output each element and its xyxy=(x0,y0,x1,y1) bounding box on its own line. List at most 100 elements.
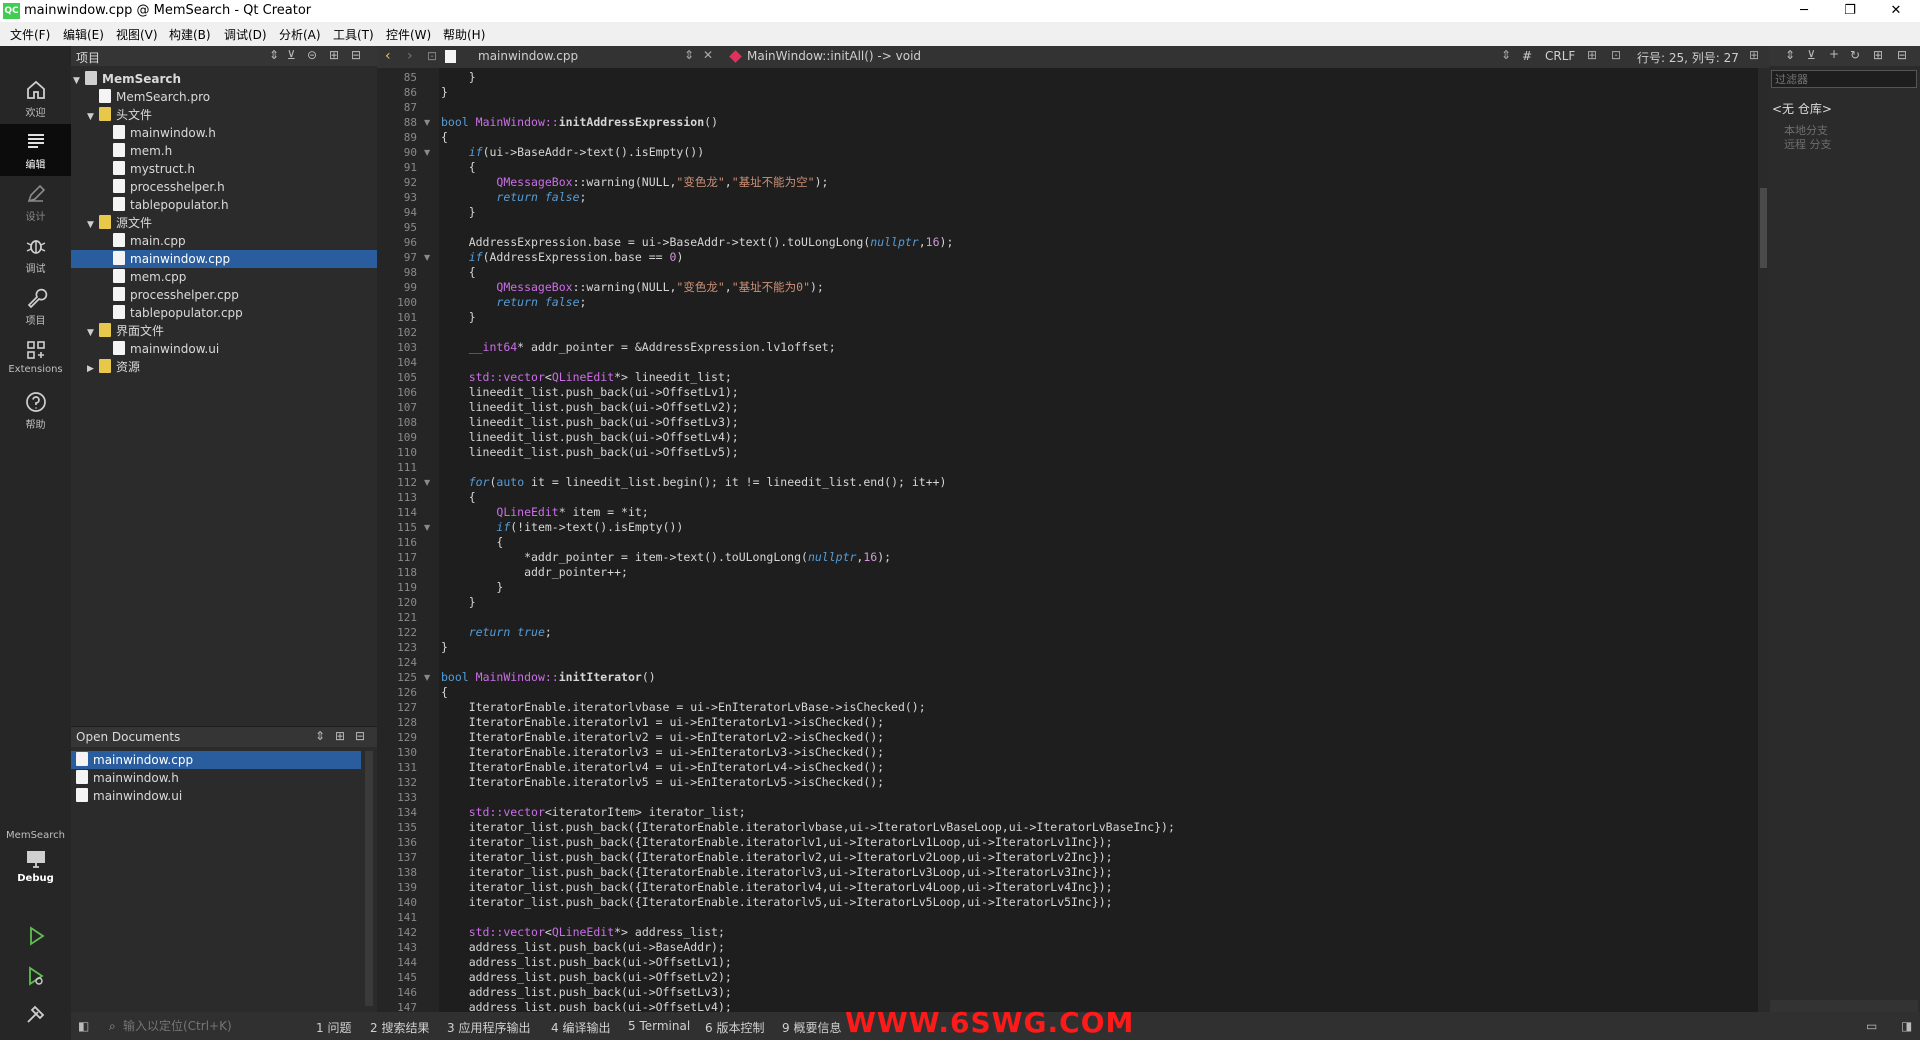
open-document-item[interactable]: mainwindow.cpp xyxy=(71,751,361,769)
mode-design[interactable]: 设计 xyxy=(0,176,71,228)
code-line[interactable]: address_list.push_back(ui->OffsetLv3); xyxy=(441,985,732,1000)
tab-application-output[interactable]: 3 应用程序输出 xyxy=(447,1019,530,1036)
tab-compile-output[interactable]: 4 编译输出 xyxy=(551,1019,610,1036)
close-panel-icon[interactable]: ⊟ xyxy=(351,48,361,62)
tab-issues[interactable]: 1 问题 xyxy=(316,1019,351,1036)
line-number[interactable]: 126 xyxy=(377,685,417,700)
editor-scrollbar[interactable] xyxy=(1758,68,1769,1012)
line-number[interactable]: 117 xyxy=(377,550,417,565)
vc-hscrollbar[interactable] xyxy=(1770,1000,1918,1012)
code-line[interactable]: return false; xyxy=(441,190,586,205)
line-number[interactable]: 120 xyxy=(377,595,417,610)
tree-item[interactable]: mem.h xyxy=(71,142,377,160)
tree-item[interactable]: mainwindow.cpp xyxy=(71,250,377,268)
line-number[interactable]: 116 xyxy=(377,535,417,550)
refresh-icon[interactable]: ↻ xyxy=(1850,48,1860,62)
code-line[interactable]: { xyxy=(441,535,503,550)
debug-run-button[interactable] xyxy=(0,958,71,998)
code-line[interactable]: { xyxy=(441,130,448,145)
line-number[interactable]: 127 xyxy=(377,700,417,715)
code-line[interactable]: lineedit_list.push_back(ui->OffsetLv3); xyxy=(441,415,739,430)
open-document-item[interactable]: mainwindow.h xyxy=(71,769,361,787)
scrollbar-thumb[interactable] xyxy=(1760,188,1767,268)
code-line[interactable]: } xyxy=(441,70,476,85)
code-line[interactable]: IteratorEnable.iteratorlvbase = ui->EnIt… xyxy=(441,700,926,715)
code-line[interactable]: addr_pointer++; xyxy=(441,565,628,580)
code-line[interactable]: AddressExpression.base = ui->BaseAddr->t… xyxy=(441,235,954,250)
mode-welcome[interactable]: 欢迎 xyxy=(0,72,71,124)
open-document-item[interactable]: mainwindow.ui xyxy=(71,787,361,805)
code-line[interactable]: lineedit_list.push_back(ui->OffsetLv1); xyxy=(441,385,739,400)
tree-item[interactable]: mainwindow.ui xyxy=(71,340,377,358)
code-line[interactable]: iterator_list.push_back({IteratorEnable.… xyxy=(441,895,1113,910)
line-number[interactable]: 89 xyxy=(377,130,417,145)
menu-debug[interactable]: 调试(D) xyxy=(224,26,267,43)
line-number[interactable]: 106 xyxy=(377,385,417,400)
mode-help[interactable]: 帮助 xyxy=(0,384,71,436)
code-line[interactable]: return false; xyxy=(441,295,586,310)
line-ending[interactable]: CRLF xyxy=(1545,49,1575,63)
code-line[interactable]: { xyxy=(441,490,476,505)
code-line[interactable]: bool MainWindow::initIterator() xyxy=(441,670,656,685)
code-line[interactable]: iterator_list.push_back({IteratorEnable.… xyxy=(441,850,1113,865)
line-number[interactable]: 113 xyxy=(377,490,417,505)
line-number[interactable]: 108 xyxy=(377,415,417,430)
code-line[interactable]: __int64* addr_pointer = &AddressExpressi… xyxy=(441,340,836,355)
menu-build[interactable]: 构建(B) xyxy=(169,26,211,43)
code-line[interactable]: iterator_list.push_back({IteratorEnable.… xyxy=(441,820,1175,835)
code-line[interactable]: { xyxy=(441,685,448,700)
line-number[interactable]: 100 xyxy=(377,295,417,310)
line-number[interactable]: 142 xyxy=(377,925,417,940)
code-line[interactable]: std::vector<QLineEdit*> lineedit_list; xyxy=(441,370,732,385)
tree-item[interactable]: mainwindow.h xyxy=(71,124,377,142)
code-line[interactable]: address_list.push_back(ui->OffsetLv4); xyxy=(441,1000,732,1012)
line-number[interactable]: 95 xyxy=(377,220,417,235)
line-number[interactable]: 121 xyxy=(377,610,417,625)
tree-item[interactable]: mystruct.h xyxy=(71,160,377,178)
menu-edit[interactable]: 编辑(E) xyxy=(63,26,104,43)
code-line[interactable]: std::vector<QLineEdit*> address_list; xyxy=(441,925,725,940)
tree-item[interactable]: main.cpp xyxy=(71,232,377,250)
code-line[interactable]: if(AddressExpression.base == 0) xyxy=(441,250,684,265)
lock-icon[interactable]: ⊡ xyxy=(427,49,437,63)
sort-icon[interactable]: ⇕ xyxy=(1785,48,1795,62)
line-number[interactable]: 98 xyxy=(377,265,417,280)
tree-item[interactable]: processhelper.cpp xyxy=(71,286,377,304)
split-icon[interactable]: ⊞ xyxy=(335,729,345,743)
close-panel-icon[interactable]: ⊟ xyxy=(1897,48,1907,62)
code-editor[interactable]: }} bool MainWindow::initAddressExpression… xyxy=(439,68,1759,1012)
line-number[interactable]: 114 xyxy=(377,505,417,520)
encoding-icon[interactable]: ⊞ xyxy=(1587,48,1597,62)
line-number[interactable]: 105 xyxy=(377,370,417,385)
code-line[interactable]: iterator_list.push_back({IteratorEnable.… xyxy=(441,865,1113,880)
hash-indicator[interactable]: # xyxy=(1522,49,1532,63)
line-number[interactable]: 122 xyxy=(377,625,417,640)
code-line[interactable]: address_list.push_back(ui->OffsetLv2); xyxy=(441,970,732,985)
line-number[interactable]: 125 xyxy=(377,670,417,685)
fold-marker-icon[interactable]: ▼ xyxy=(424,475,430,490)
symbol-dropdown-icon[interactable]: ⇕ xyxy=(1501,48,1511,62)
line-number[interactable]: 131 xyxy=(377,760,417,775)
symbol-selector[interactable]: MainWindow::initAll() -> void xyxy=(747,49,921,63)
current-file-name[interactable]: mainwindow.cpp xyxy=(478,49,578,63)
menu-analyze[interactable]: 分析(A) xyxy=(279,26,321,43)
line-number[interactable]: 123 xyxy=(377,640,417,655)
code-line[interactable]: IteratorEnable.iteratorlv4 = ui->EnItera… xyxy=(441,760,884,775)
code-line[interactable]: return true; xyxy=(441,625,552,640)
line-number[interactable]: 112 xyxy=(377,475,417,490)
tree-item[interactable]: mem.cpp xyxy=(71,268,377,286)
filter-icon[interactable]: ⊻ xyxy=(1807,48,1816,62)
line-number[interactable]: 87 xyxy=(377,100,417,115)
line-number[interactable]: 146 xyxy=(377,985,417,1000)
line-number[interactable]: 93 xyxy=(377,190,417,205)
code-line[interactable]: *addr_pointer = item->text().toULongLong… xyxy=(441,550,891,565)
menu-controls[interactable]: 控件(W) xyxy=(386,26,431,43)
menu-file[interactable]: 文件(F) xyxy=(10,26,50,43)
code-line[interactable]: { xyxy=(441,160,476,175)
code-line[interactable]: IteratorEnable.iteratorlv2 = ui->EnItera… xyxy=(441,730,884,745)
sort-icon[interactable]: ⇕ xyxy=(315,729,325,743)
line-number[interactable]: 119 xyxy=(377,580,417,595)
build-button[interactable] xyxy=(0,996,71,1036)
progress-icon[interactable]: ▭ xyxy=(1866,1019,1877,1033)
tree-item[interactable]: processhelper.h xyxy=(71,178,377,196)
